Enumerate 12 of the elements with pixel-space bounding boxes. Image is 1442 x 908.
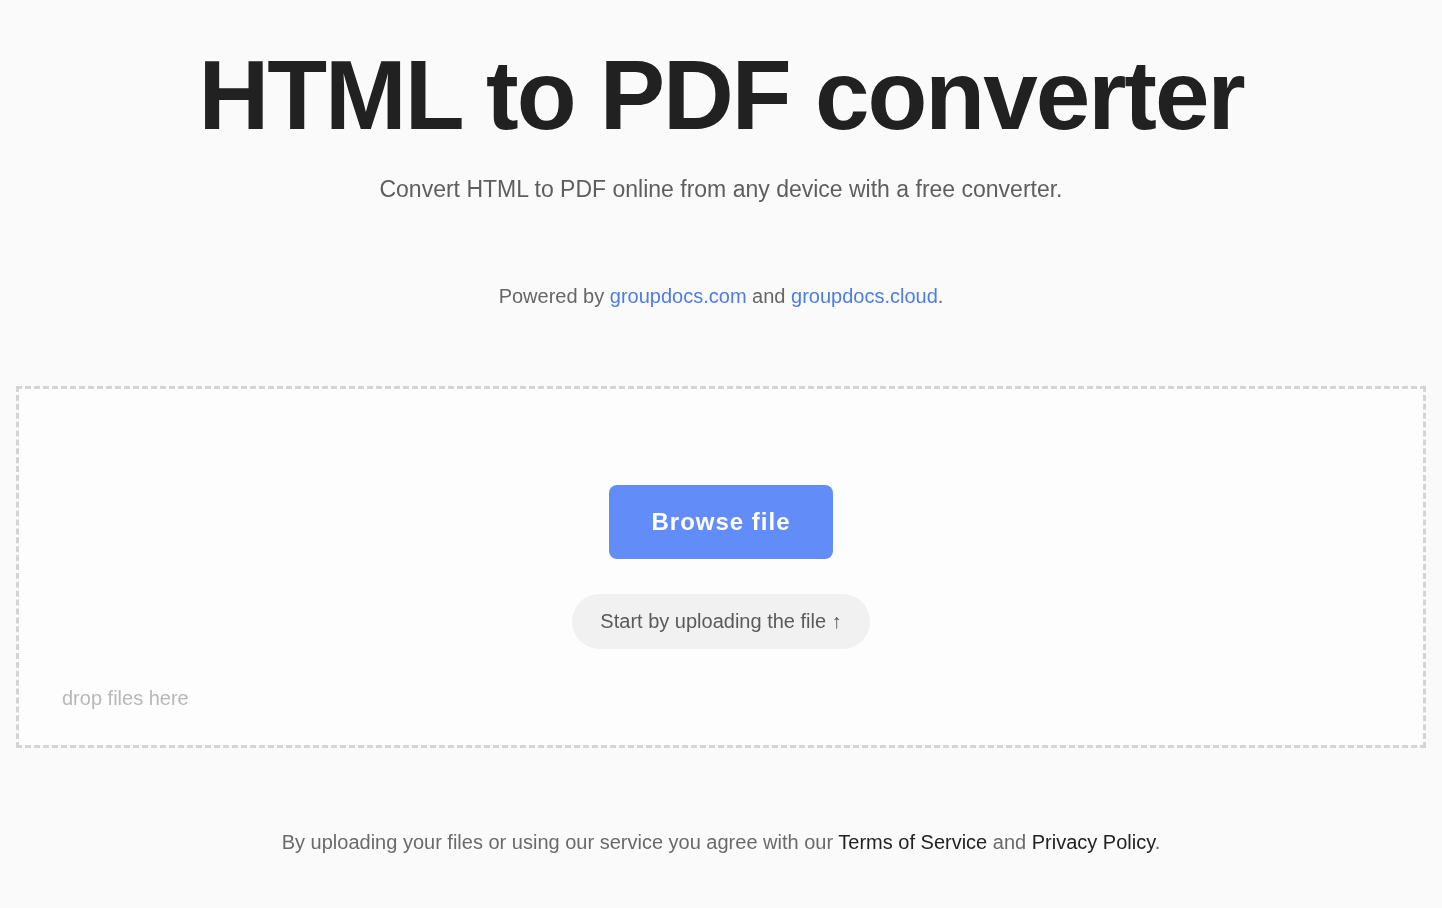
link[interactable]: groupdocs.com — [609, 285, 747, 307]
drop-zone[interactable]: Browse file Start by uploading the file ↑ drop files here — [16, 386, 1426, 748]
terms-notice: By uploading your files or using our service you agree with our Terms of Service and Privacy Policy. — [281, 830, 1161, 855]
page-title: HTML to PDF converter — [198, 40, 1244, 150]
powered-by-text: Powered by groupdocs.com and groupdocs.cloud. — [498, 284, 944, 309]
subtitle: Convert HTML to PDF online from any device with a free converter. — [379, 175, 1063, 204]
browse-file-button[interactable]: Browse file — [609, 485, 833, 559]
drop-files-label: drop files here — [62, 687, 189, 710]
upload-hint: Start by uploading the file ↑ — [572, 594, 870, 649]
link[interactable]: Terms of Service — [838, 831, 988, 853]
link[interactable]: Privacy Policy — [1031, 831, 1155, 853]
link[interactable]: groupdocs.cloud — [791, 285, 938, 307]
